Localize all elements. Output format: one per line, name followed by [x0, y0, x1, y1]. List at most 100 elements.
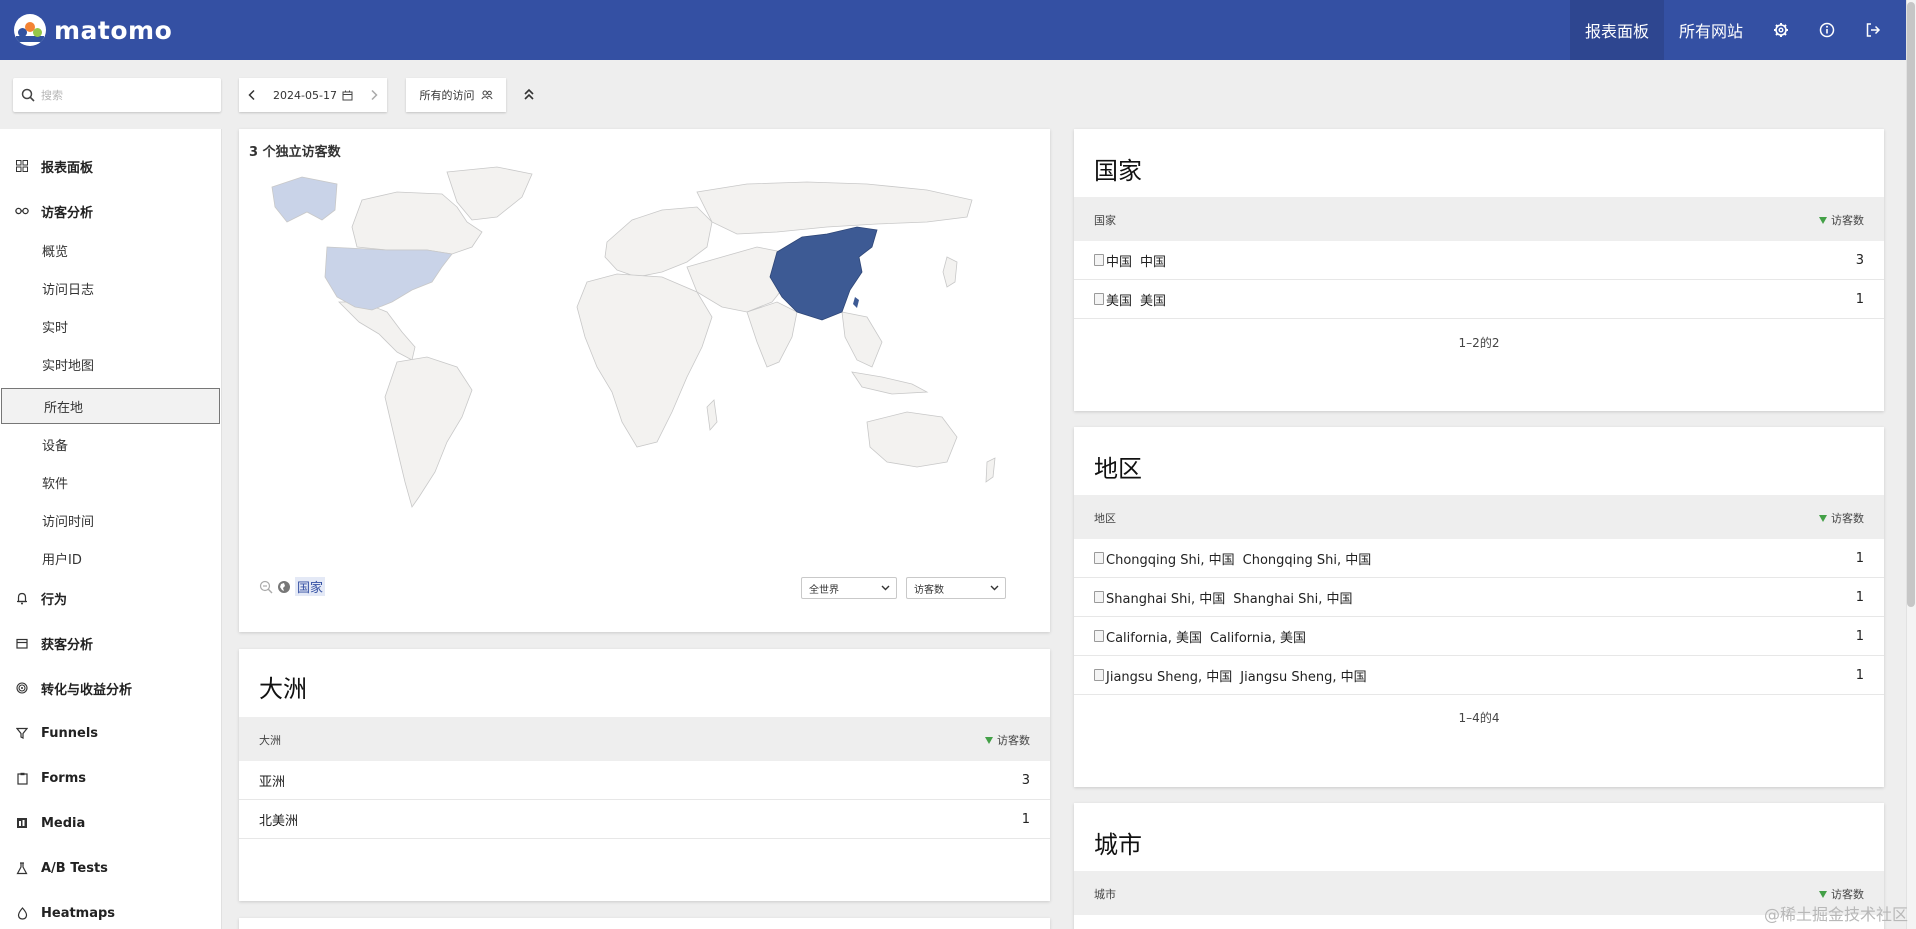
- menu-locations[interactable]: 所在地: [1, 388, 220, 424]
- menu-forms[interactable]: Forms: [0, 763, 221, 793]
- country-col-visitors[interactable]: 访客数: [1819, 212, 1864, 228]
- visitor-map-widget: 3 个独立访客数 国家 全世界 访客数: [239, 129, 1050, 632]
- table-row[interactable]: Chongqing Shi, 中国 Chongqing Shi, 中国 1: [1074, 539, 1884, 578]
- region-col-label: 地区: [1094, 512, 1116, 525]
- flag-image-broken: 美国: [1094, 290, 1132, 309]
- continent-report: 大洲 大洲 访客数 亚洲 3 北美洲 1: [239, 649, 1050, 901]
- map-state-alaska: [271, 176, 338, 223]
- briefcase-icon: [15, 636, 29, 650]
- menu-ab-tests-label: A/B Tests: [41, 860, 108, 876]
- zoom-out-icon[interactable]: [259, 580, 273, 594]
- menu-real-time[interactable]: 实时: [0, 308, 221, 344]
- map-breadcrumb-country[interactable]: 国家: [295, 577, 326, 596]
- menu-visitors-label: 访客分析: [41, 205, 94, 221]
- menu-media[interactable]: Media: [0, 808, 221, 838]
- row-label: 中国 中国: [1094, 251, 1166, 270]
- continent-col-visitors[interactable]: 访客数: [985, 732, 1030, 748]
- segment-selector[interactable]: 所有的访问: [406, 78, 506, 112]
- country-name: 美国: [1140, 293, 1167, 309]
- world-map[interactable]: [267, 162, 1002, 572]
- map-metric-select[interactable]: 访客数: [906, 577, 1006, 599]
- row-value: 1: [1021, 811, 1030, 827]
- row-label: 北美洲: [259, 813, 299, 829]
- help-info-icon[interactable]: [1804, 0, 1850, 60]
- glasses-icon: [15, 204, 29, 218]
- table-row[interactable]: 中国 中国 3: [1074, 241, 1884, 280]
- row-value: 1: [1855, 550, 1864, 566]
- map-region-se-asia: [841, 311, 883, 368]
- city-col-visitors[interactable]: 访客数: [1819, 886, 1864, 902]
- period-date-button[interactable]: 2024-05-17: [273, 89, 353, 102]
- sort-desc-icon: [1819, 216, 1827, 224]
- map-country-australia: [866, 411, 958, 468]
- collapse-controls-button[interactable]: [520, 84, 538, 104]
- menu-times[interactable]: 访问时间: [0, 502, 221, 538]
- region-col-visitors[interactable]: 访客数: [1819, 510, 1864, 526]
- menu-goals[interactable]: 转化与收益分析: [0, 673, 221, 703]
- menu-visitors-overview[interactable]: 概览: [0, 232, 221, 268]
- flag-image-broken: Chongqing Shi, 中国: [1094, 549, 1235, 568]
- table-row[interactable]: California, 美国 California, 美国 1: [1074, 617, 1884, 656]
- menu-real-time-map[interactable]: 实时地图: [0, 346, 221, 382]
- menu-devices[interactable]: 设备: [0, 426, 221, 462]
- calendar-icon: [342, 90, 353, 100]
- page-scrollbar[interactable]: [1906, 0, 1916, 929]
- settings-gear-icon[interactable]: [1758, 0, 1804, 60]
- sort-desc-icon: [985, 736, 993, 744]
- table-row[interactable]: 北美洲 1: [239, 800, 1050, 839]
- row-value: 1: [1855, 291, 1864, 307]
- logo-text: matomo: [54, 15, 173, 45]
- sign-out-icon[interactable]: [1850, 0, 1896, 60]
- menu-visits-log[interactable]: 访问日志: [0, 270, 221, 306]
- city-table-header: 城市 访客数: [1074, 871, 1884, 915]
- country-col-label: 国家: [1094, 214, 1116, 227]
- map-country-china: [769, 226, 878, 321]
- menu-search-box[interactable]: [13, 78, 221, 112]
- grid-icon: [15, 159, 29, 173]
- menu-visitors[interactable]: 访客分析: [0, 196, 221, 226]
- nav-all-websites-link[interactable]: 所有网站: [1664, 0, 1758, 60]
- menu-acquisition[interactable]: 获客分析: [0, 628, 221, 658]
- row-label: Jiangsu Sheng, 中国 Jiangsu Sheng, 中国: [1094, 666, 1367, 685]
- menu-software[interactable]: 软件: [0, 464, 221, 500]
- menu-dashboard[interactable]: 报表面板: [0, 151, 221, 181]
- region-name: Shanghai Shi, 中国: [1233, 591, 1353, 607]
- row-label: 美国 美国: [1094, 290, 1166, 309]
- map-country-mexico: [338, 301, 416, 361]
- segment-label: 所有的访问: [419, 89, 475, 102]
- menu-user-ids[interactable]: 用户ID: [0, 540, 221, 576]
- map-region-select[interactable]: 全世界: [801, 577, 897, 599]
- table-row[interactable]: Shanghai Shi, 中国 Shanghai Shi, 中国 1: [1074, 578, 1884, 617]
- table-row[interactable]: 亚洲 3: [239, 761, 1050, 800]
- map-controls: 国家: [259, 577, 326, 596]
- map-metric-select-value: 访客数: [914, 584, 944, 596]
- row-label: California, 美国 California, 美国: [1094, 627, 1306, 646]
- region-name: Chongqing Shi, 中国: [1242, 552, 1372, 568]
- double-chevron-up-icon: [524, 88, 534, 100]
- table-row[interactable]: Jiangsu Sheng, 中国 Jiangsu Sheng, 中国 1: [1074, 656, 1884, 695]
- menu-behaviour[interactable]: 行为: [0, 583, 221, 613]
- country-col-visitors-label: 访客数: [1831, 214, 1864, 227]
- map-region-indonesia: [851, 371, 929, 395]
- matomo-logo[interactable]: matomo: [14, 12, 172, 48]
- menu-heatmaps-label: Heatmaps: [41, 905, 116, 921]
- media-icon: [15, 816, 29, 830]
- row-value: 3: [1021, 772, 1030, 788]
- menu-funnels[interactable]: Funnels: [0, 718, 221, 748]
- sort-desc-icon: [1819, 514, 1827, 522]
- menu-heatmaps[interactable]: Heatmaps: [0, 898, 221, 928]
- flag-image-broken: 中国: [1094, 251, 1132, 270]
- continent-col-label: 大洲: [259, 734, 281, 747]
- city-col-visitors-label: 访客数: [1831, 888, 1864, 901]
- menu-goals-label: 转化与收益分析: [41, 682, 133, 698]
- nav-dashboard-link[interactable]: 报表面板: [1569, 0, 1664, 60]
- scrollbar-thumb[interactable]: [1907, 2, 1915, 607]
- search-input[interactable]: [41, 88, 211, 102]
- matomo-logo-icon: [14, 14, 46, 46]
- chevron-left-icon[interactable]: [247, 89, 257, 101]
- search-icon: [21, 88, 35, 102]
- table-row[interactable]: 美国 美国 1: [1074, 280, 1884, 319]
- watermark: @稀土掘金技术社区: [1763, 905, 1908, 924]
- menu-ab-tests[interactable]: A/B Tests: [0, 853, 221, 883]
- chevron-right-icon[interactable]: [369, 89, 379, 101]
